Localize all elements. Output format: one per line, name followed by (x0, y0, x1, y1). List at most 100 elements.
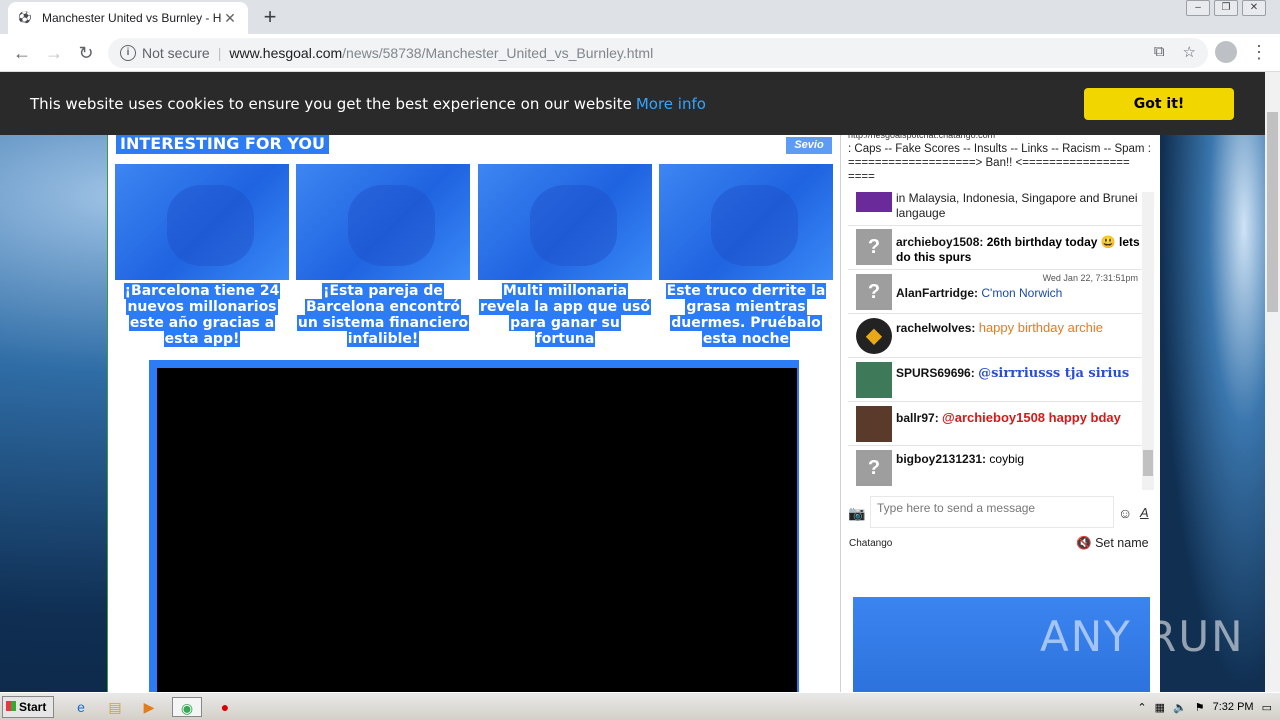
info-icon[interactable]: i (120, 45, 136, 61)
camera-icon[interactable]: 📷 (848, 505, 866, 521)
chat-message: ? Wed Jan 22, 7:31:51pm AlanFartridge: C… (848, 270, 1142, 314)
card-image[interactable] (478, 164, 652, 280)
message-text: in Malaysia, Indonesia, Singapore and Br… (896, 192, 1138, 220)
card-caption[interactable]: Multi millonaria revela la app que usó p… (478, 283, 652, 347)
recommendations-title: INTERESTING FOR YOU (116, 133, 329, 154)
volume-icon[interactable]: 🔈 (1173, 701, 1187, 714)
recommendation-card[interactable]: ¡Barcelona tiene 24 nuevos millonarios e… (115, 164, 289, 347)
wolf-avatar-icon[interactable]: ◆ (856, 318, 892, 354)
new-tab-button[interactable]: + (258, 6, 282, 28)
security-status: Not secure (142, 45, 210, 61)
window-close-icon[interactable]: ✕ (1242, 0, 1266, 16)
show-desktop-icon[interactable]: ▭ (1262, 701, 1272, 714)
cookie-text: This website uses cookies to ensure you … (30, 94, 632, 113)
avatar[interactable]: ? (856, 450, 892, 486)
chat-message: SPURS69696: @sirrriusss tja sirius (848, 358, 1142, 402)
chrome-icon[interactable]: ◉ (172, 696, 202, 717)
window-controls: ‒ ❐ ✕ (1182, 0, 1266, 18)
clock[interactable]: 7:32 PM (1213, 701, 1254, 713)
taskbar: Start e ▤ ▶ ◉ ● ⌃ ▦ 🔈 ⚑ 7:32 PM ▭ (0, 692, 1280, 720)
message-text: C'mon Norwich (981, 286, 1063, 300)
message-timestamp: Wed Jan 22, 7:31:51pm (1042, 273, 1138, 283)
username[interactable]: bigboy2131231: (896, 452, 986, 466)
emoji-icon[interactable]: ☺ (1118, 505, 1132, 521)
more-info-link[interactable]: More info (636, 95, 706, 113)
chat-scrollbar[interactable] (1142, 192, 1154, 490)
minimize-icon[interactable]: ‒ (1186, 0, 1210, 16)
system-tray: ⌃ ▦ 🔈 ⚑ 7:32 PM ▭ (1137, 693, 1280, 720)
recommendation-card[interactable]: ¡Esta pareja de Barcelona encontró un si… (296, 164, 470, 347)
forward-arrow-icon[interactable]: → (42, 41, 66, 65)
accept-cookies-button[interactable]: Got it! (1084, 88, 1234, 120)
stop-icon[interactable]: ● (214, 697, 236, 717)
bookmark-star-icon[interactable]: ☆ (1183, 43, 1196, 61)
separator: | (217, 45, 222, 61)
background-stadium-right (1160, 72, 1265, 692)
chat-message: ballr97: @archieboy1508 happy bday (848, 402, 1142, 446)
page-scrollbar[interactable] (1265, 72, 1280, 692)
mute-icon[interactable]: 🔇 (1076, 536, 1092, 550)
chat-message: in Malaysia, Indonesia, Singapore and Br… (848, 192, 1142, 226)
message-text: coybig (989, 452, 1025, 466)
chat-scrollbar-thumb[interactable] (1143, 450, 1153, 476)
card-image[interactable] (659, 164, 833, 280)
browser-tab[interactable]: ⚽ Manchester United vs Burnley - Hes… ✕ (8, 2, 248, 34)
card-caption[interactable]: Este truco derrite la grasa mientras due… (659, 283, 833, 347)
message-text: happy birthday archie (978, 320, 1104, 335)
url-host: www.hesgoal.com (229, 45, 343, 61)
recommendation-card[interactable]: Este truco derrite la grasa mientras due… (659, 164, 833, 347)
chat-messages: in Malaysia, Indonesia, Singapore and Br… (848, 192, 1142, 490)
reload-icon[interactable]: ↻ (74, 41, 98, 65)
omnibox-actions: ⧉ ☆ (1154, 43, 1196, 61)
start-button[interactable]: Start (2, 695, 54, 718)
back-arrow-icon[interactable]: ← (10, 41, 34, 65)
username[interactable]: ballr97: (896, 411, 939, 425)
favicon-icon: ⚽ (18, 12, 32, 24)
menu-dots-icon[interactable]: ⋮ (1250, 40, 1268, 64)
ie-icon[interactable]: e (70, 697, 92, 717)
page-scrollbar-thumb[interactable] (1267, 112, 1278, 312)
card-image[interactable] (296, 164, 470, 280)
tab-title: Manchester United vs Burnley - Hes… (42, 11, 222, 25)
provider-logo[interactable]: Sevio (786, 137, 832, 154)
tab-strip: ⚽ Manchester United vs Burnley - Hes… ✕ … (0, 0, 1280, 34)
address-bar[interactable]: i Not secure | www.hesgoal.com /news/587… (108, 38, 1208, 68)
card-image[interactable] (115, 164, 289, 280)
browser-toolbar: ← → ↻ i Not secure | www.hesgoal.com /ne… (0, 34, 1280, 72)
card-caption[interactable]: ¡Barcelona tiene 24 nuevos millonarios e… (115, 283, 289, 347)
avatar[interactable]: ? (856, 229, 892, 265)
chat-rules-text: : Caps -- Fake Scores -- Insults -- Link… (848, 143, 1151, 183)
username[interactable]: SPURS69696: (896, 366, 975, 380)
chat-message-input[interactable]: Type here to send a message (870, 496, 1114, 528)
username[interactable]: AlanFartridge: (896, 286, 978, 300)
media-player-icon[interactable]: ▶ (138, 697, 160, 717)
username[interactable]: rachelwolves: (896, 321, 975, 335)
avatar[interactable] (856, 192, 892, 212)
restore-icon[interactable]: ❐ (1214, 0, 1238, 16)
folder-icon[interactable]: ▤ (104, 697, 126, 717)
chat-rules: http://hesgoalspotchat.chatango.com : Ca… (848, 128, 1158, 184)
card-caption[interactable]: ¡Esta pareja de Barcelona encontró un si… (296, 283, 470, 347)
watermark: ANY RUN (1040, 612, 1245, 661)
chatango-brand[interactable]: Chatango (849, 538, 892, 549)
cookie-banner: This website uses cookies to ensure you … (0, 72, 1265, 135)
translate-icon[interactable]: ⧉ (1154, 43, 1165, 61)
tray-arrow-icon[interactable]: ⌃ (1137, 701, 1146, 714)
network-icon[interactable]: ▦ (1155, 701, 1165, 714)
avatar[interactable] (856, 362, 892, 398)
font-style-icon[interactable]: A (1140, 505, 1149, 520)
recommendation-card[interactable]: Multi millonaria revela la app que usó p… (478, 164, 652, 347)
flag-icon[interactable]: ⚑ (1195, 701, 1205, 714)
message-text: @archieboy1508 happy bday (942, 410, 1121, 425)
username[interactable]: archieboy1508: (896, 235, 983, 249)
message-text: @sirrriusss tja sirius (978, 366, 1130, 381)
close-tab-icon[interactable]: ✕ (222, 10, 238, 27)
avatar[interactable] (856, 406, 892, 442)
url-path: /news/58738/Manchester_United_vs_Burnley… (342, 45, 654, 61)
video-player[interactable] (157, 368, 797, 692)
chat-message: ? archieboy1508: 26th birthday today 😃 l… (848, 226, 1142, 270)
profile-avatar[interactable] (1215, 41, 1237, 63)
avatar[interactable]: ? (856, 274, 892, 310)
chat-message: ? bigboy2131231: coybig (848, 446, 1142, 490)
set-name-button[interactable]: 🔇 Set name (1076, 536, 1149, 551)
